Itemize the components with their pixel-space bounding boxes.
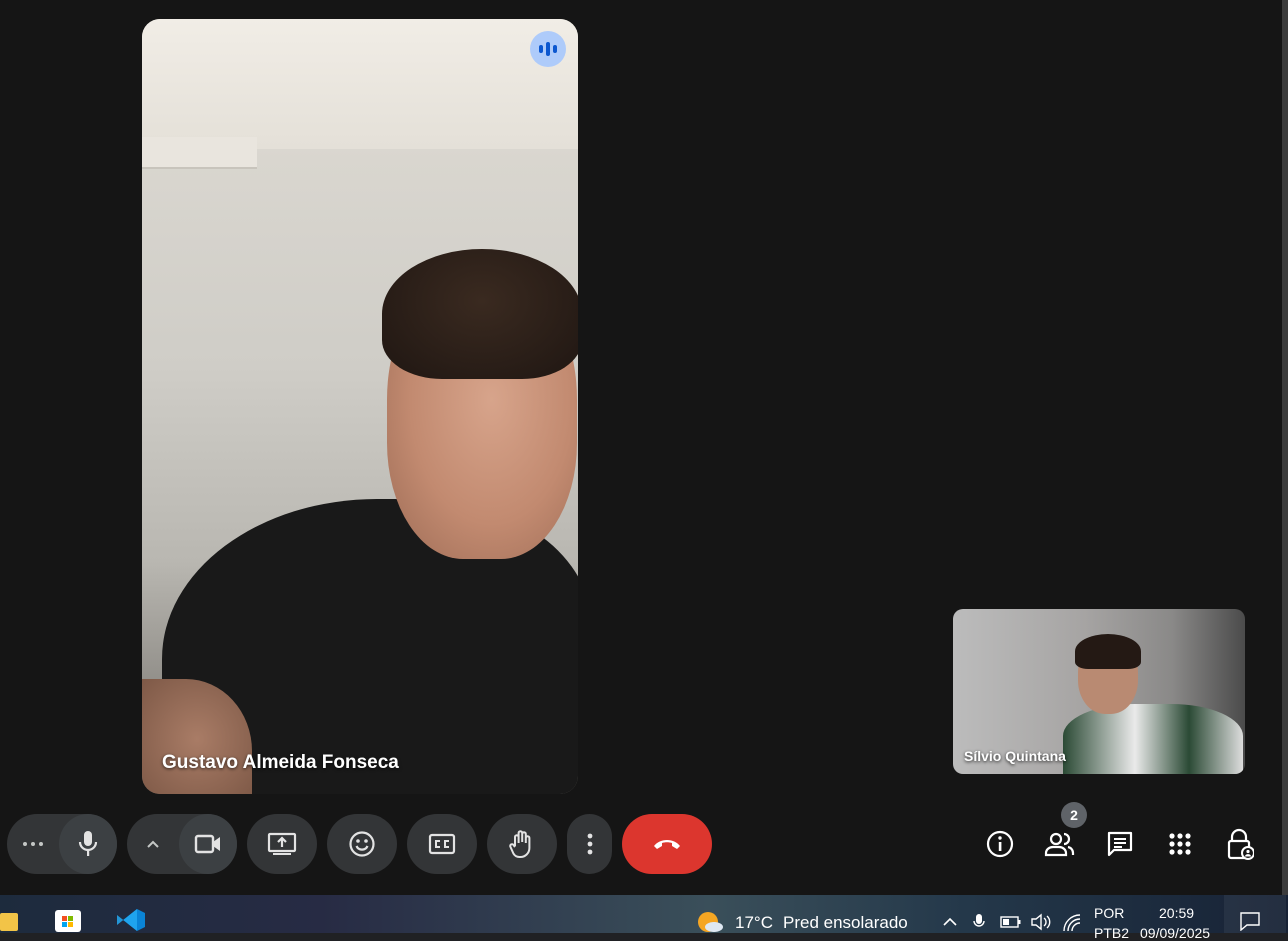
- more-horiz-icon: [23, 842, 44, 846]
- closed-captions-icon: [428, 833, 456, 855]
- wifi-icon[interactable]: [1062, 913, 1082, 933]
- language-layout[interactable]: PTB2: [1094, 925, 1129, 941]
- file-explorer-icon[interactable]: [0, 913, 18, 931]
- emoji-icon: [349, 831, 375, 857]
- audio-control-group: [7, 814, 117, 874]
- end-call-button[interactable]: [622, 814, 712, 874]
- mic-icon: [78, 831, 98, 856]
- raise-hand-button[interactable]: [487, 814, 557, 874]
- chevron-up-icon[interactable]: [942, 917, 958, 927]
- reactions-button[interactable]: [327, 814, 397, 874]
- info-icon: [986, 830, 1014, 858]
- notification-icon: [1240, 912, 1260, 931]
- self-view-tile[interactable]: Sílvio Quintana: [953, 609, 1245, 774]
- people-button[interactable]: [1040, 824, 1080, 864]
- participant-video-hair: [382, 249, 578, 379]
- participant-tile-main[interactable]: Gustavo Almeida Fonseca: [142, 19, 578, 794]
- store-icon[interactable]: [55, 910, 81, 932]
- self-participant-name: Sílvio Quintana: [964, 748, 1066, 764]
- activities-button[interactable]: [1160, 824, 1200, 864]
- microphone-tray-icon[interactable]: [972, 913, 986, 931]
- self-video-body: [1063, 704, 1243, 774]
- notification-center-button[interactable]: [1224, 895, 1286, 933]
- host-controls-button[interactable]: [1220, 824, 1260, 864]
- mic-button[interactable]: [59, 814, 117, 874]
- camera-button[interactable]: [179, 814, 237, 874]
- participants-count-badge: 2: [1061, 802, 1087, 828]
- present-screen-icon: [267, 832, 297, 855]
- window-edge: [1282, 0, 1288, 895]
- language-indicator[interactable]: POR: [1094, 905, 1124, 921]
- video-control-group: [127, 814, 237, 874]
- speaking-indicator-icon: [530, 31, 566, 67]
- chat-icon: [1107, 831, 1133, 857]
- videocam-icon: [194, 834, 221, 854]
- present-screen-button[interactable]: [247, 814, 317, 874]
- video-background: [142, 19, 578, 149]
- self-video-hair: [1075, 634, 1141, 669]
- participant-name-main: Gustavo Almeida Fonseca: [162, 752, 399, 773]
- people-icon: [1044, 832, 1075, 857]
- vscode-icon[interactable]: [115, 907, 147, 933]
- more-vert-icon: [587, 833, 592, 855]
- chat-button[interactable]: [1100, 824, 1140, 864]
- apps-icon: [1169, 833, 1191, 855]
- meeting-details-button[interactable]: [980, 824, 1020, 864]
- audio-options-button[interactable]: [7, 814, 59, 874]
- call-end-icon: [654, 840, 680, 849]
- clock-time[interactable]: 20:59: [1159, 905, 1194, 921]
- battery-icon[interactable]: [1000, 915, 1022, 929]
- meet-window: Gustavo Almeida Fonseca Sílvio Quintana: [0, 0, 1282, 895]
- host-controls-icon: [1227, 828, 1254, 860]
- weather-description[interactable]: Pred ensolarado: [783, 913, 908, 933]
- weather-temperature[interactable]: 17°C: [735, 913, 773, 933]
- chevron-up-icon: [147, 840, 159, 848]
- clock-date[interactable]: 09/09/2025: [1140, 925, 1210, 941]
- captions-button[interactable]: [407, 814, 477, 874]
- weather-icon[interactable]: [696, 910, 724, 932]
- more-options-button[interactable]: [567, 814, 612, 874]
- hand-icon: [509, 830, 531, 858]
- volume-icon[interactable]: [1030, 913, 1052, 931]
- camera-options-button[interactable]: [127, 814, 179, 874]
- video-background-beam: [142, 137, 257, 169]
- taskbar: 17°C Pred ensolarado POR PTB2 20:59 09/0…: [0, 895, 1288, 941]
